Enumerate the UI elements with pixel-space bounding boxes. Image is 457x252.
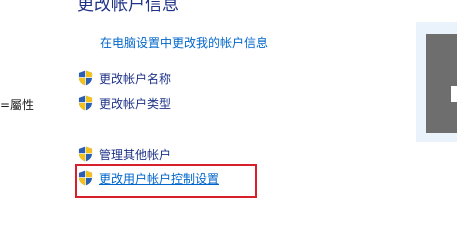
manage-other-accounts-label: 管理其他帐户: [99, 147, 172, 162]
section-heading: 更改帐户信息: [77, 0, 179, 15]
uac-shield-icon: [78, 146, 93, 162]
account-picture: [426, 34, 457, 133]
highlight-box: [75, 164, 257, 198]
manage-other-accounts-link[interactable]: 管理其他帐户: [78, 145, 171, 163]
change-account-type-link[interactable]: 更改帐户类型: [78, 94, 171, 112]
pc-settings-link[interactable]: 在电脑设置中更改我的帐户信息: [100, 34, 268, 51]
side-properties-text: =屬性: [0, 98, 35, 112]
uac-shield-icon: [78, 70, 93, 86]
uac-shield-icon: [78, 95, 93, 111]
change-account-name-label: 更改帐户名称: [99, 71, 172, 86]
change-account-name-link[interactable]: 更改帐户名称: [78, 69, 171, 87]
user-glyph-icon: [451, 86, 457, 102]
change-account-type-label: 更改帐户类型: [99, 96, 172, 111]
